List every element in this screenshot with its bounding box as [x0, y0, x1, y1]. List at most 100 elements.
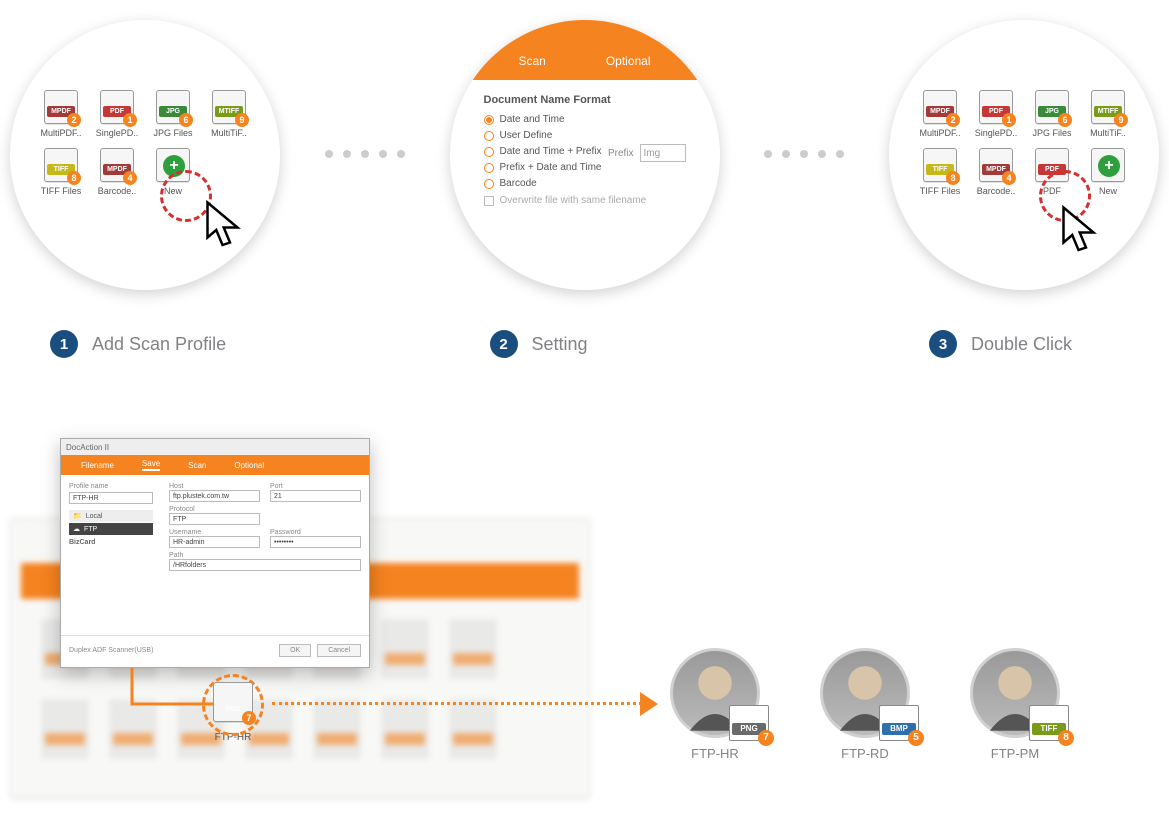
- overwrite-checkbox-row[interactable]: Overwrite file with same filename: [484, 195, 686, 206]
- file-type-icon[interactable]: TIFF8: [44, 148, 78, 182]
- profile-item[interactable]: MPDF2MultiPDF..: [36, 90, 86, 138]
- radio-option[interactable]: User Define: [484, 130, 686, 141]
- step-number-badge: 2: [490, 330, 518, 358]
- file-type-icon[interactable]: MPDF4: [979, 148, 1013, 182]
- radio-icon[interactable]: [484, 179, 494, 189]
- protocol-select[interactable]: FTP: [169, 513, 260, 525]
- count-badge: 7: [242, 711, 256, 725]
- file-type-icon[interactable]: MPDF2: [923, 90, 957, 124]
- file-type-icon[interactable]: PDF: [1035, 148, 1069, 182]
- profile-item[interactable]: TIFF8TIFF Files: [36, 148, 86, 196]
- scanner-label: Duplex ADF Scanner(USB): [69, 647, 153, 654]
- person-label: FTP-RD: [841, 746, 889, 761]
- password-label: Password: [270, 529, 361, 536]
- bottom-flow-section: DocAction II Filename Save Scan Optional…: [10, 458, 1159, 818]
- nav-local[interactable]: 📁Local: [69, 510, 153, 522]
- file-type-icon[interactable]: PDF1: [100, 90, 134, 124]
- dots-connector-icon: [764, 150, 844, 158]
- file-type-icon[interactable]: MPDF4: [100, 148, 134, 182]
- profile-label: MultiPDF..: [919, 128, 960, 138]
- file-type-icon[interactable]: PDF1: [979, 90, 1013, 124]
- avatar: BMP5: [820, 648, 910, 738]
- person-item: TIFF8FTP-PM: [970, 648, 1060, 761]
- dialog-right-panel: Hostftp.plustek.com.tw Port21 ProtocolFT…: [161, 475, 369, 635]
- tab-scan[interactable]: Scan: [518, 54, 545, 68]
- path-input[interactable]: /HRfolders: [169, 559, 361, 571]
- radio-icon[interactable]: [484, 115, 494, 125]
- add-new-profile-icon[interactable]: +: [1091, 148, 1125, 182]
- profile-item[interactable]: PDF1SinglePD..: [92, 90, 142, 138]
- radio-icon[interactable]: [484, 147, 494, 157]
- profile-item[interactable]: JPG6JPG Files: [148, 90, 198, 138]
- count-badge: 6: [179, 113, 193, 127]
- dots-connector-icon: [325, 150, 405, 158]
- radio-option[interactable]: Date and Time: [484, 114, 686, 125]
- profile-item[interactable]: JPG6JPG Files: [1027, 90, 1077, 138]
- dialog-tab-optional[interactable]: Optional: [234, 461, 264, 470]
- profile-item[interactable]: MPDF2 MultiPDF..: [915, 90, 965, 138]
- checkbox-icon[interactable]: [484, 196, 494, 206]
- profile-label: New: [1099, 186, 1117, 196]
- prefix-input[interactable]: [640, 144, 686, 162]
- dialog-tab-save[interactable]: Save: [142, 459, 160, 471]
- step-label-text: Setting: [532, 334, 588, 355]
- nav-ftp[interactable]: ☁FTP: [69, 523, 153, 535]
- dialog-tab-filename[interactable]: Filename: [81, 461, 114, 470]
- count-badge: 6: [1058, 113, 1072, 127]
- radio-option[interactable]: Barcode: [484, 178, 686, 189]
- profile-name-input[interactable]: FTP-HR: [69, 492, 153, 504]
- profile-item[interactable]: MPDF4Barcode..: [92, 148, 142, 196]
- settings-tabs: Scan Optional: [450, 20, 720, 80]
- avatar: PNG7: [670, 648, 760, 738]
- save-dialog: DocAction II Filename Save Scan Optional…: [60, 438, 370, 668]
- radio-label: Prefix + Date and Time: [500, 162, 602, 173]
- count-badge: 5: [908, 730, 924, 746]
- file-type-icon[interactable]: MTIFF9: [1091, 90, 1125, 124]
- dialog-footer: Duplex ADF Scanner(USB) OK Cancel: [61, 635, 369, 665]
- username-input[interactable]: HR-admin: [169, 536, 260, 548]
- dialog-title-text: DocAction II: [66, 443, 109, 452]
- profile-item[interactable]: TIFF8TIFF Files: [915, 148, 965, 196]
- radio-icon[interactable]: [484, 131, 494, 141]
- file-type-icon[interactable]: TIFF8: [923, 148, 957, 182]
- profile-item[interactable]: MTIFF9 MultiTiF..: [204, 90, 254, 138]
- tab-optional[interactable]: Optional: [606, 54, 651, 68]
- profile-item[interactable]: MTIFF9MultiTiF..: [1083, 90, 1133, 138]
- profile-name-label: Profile name: [69, 483, 153, 490]
- file-type-icon[interactable]: MPDF2: [44, 90, 78, 124]
- profile-label: MultiTiF..: [211, 128, 247, 138]
- add-new-profile-icon[interactable]: +: [156, 148, 190, 182]
- username-label: Username: [169, 529, 260, 536]
- profile-item[interactable]: MPDF4Barcode..: [971, 148, 1021, 196]
- radio-icon[interactable]: [484, 163, 494, 173]
- file-type-icon[interactable]: JPG6: [156, 90, 190, 124]
- cancel-button[interactable]: Cancel: [317, 644, 361, 657]
- path-label: Path: [169, 552, 361, 559]
- profile-item[interactable]: PDF1SinglePD..: [971, 90, 1021, 138]
- profile-item[interactable]: PDF PDF: [1027, 148, 1077, 196]
- count-badge: 8: [946, 171, 960, 185]
- steps-row: MPDF2MultiPDF..PDF1SinglePD..JPG6JPG Fil…: [10, 20, 1159, 358]
- step-label-text: Add Scan Profile: [92, 334, 226, 355]
- count-badge: 1: [123, 113, 137, 127]
- file-type-icon[interactable]: MTIFF9: [212, 90, 246, 124]
- ok-button[interactable]: OK: [279, 644, 311, 657]
- radio-label: Barcode: [500, 178, 537, 189]
- png-file-icon[interactable]: PNG 7: [213, 682, 253, 722]
- cursor-icon: [205, 200, 245, 250]
- host-input[interactable]: ftp.plustek.com.tw: [169, 490, 260, 502]
- person-label: FTP-HR: [691, 746, 739, 761]
- profile-item[interactable]: + New: [1083, 148, 1133, 196]
- password-input[interactable]: ••••••••: [270, 536, 361, 548]
- file-type-icon[interactable]: JPG6: [1035, 90, 1069, 124]
- step-2-column: Scan Optional Document Name Format Date …: [450, 20, 720, 358]
- file-type-icon: TIFF8: [1029, 705, 1069, 741]
- port-input[interactable]: 21: [270, 490, 361, 502]
- profile-item[interactable]: +New: [148, 148, 198, 196]
- profile-label: PDF: [1043, 186, 1061, 196]
- radio-option[interactable]: Prefix + Date and Time: [484, 162, 686, 173]
- step-2-circle: Scan Optional Document Name Format Date …: [450, 20, 720, 290]
- nav-bizcard[interactable]: BizCard: [69, 539, 95, 546]
- dialog-tab-scan[interactable]: Scan: [188, 461, 206, 470]
- people-row: PNG7 FTP-HR BMP5 FTP-RD TIFF8FTP-PM: [670, 648, 1060, 761]
